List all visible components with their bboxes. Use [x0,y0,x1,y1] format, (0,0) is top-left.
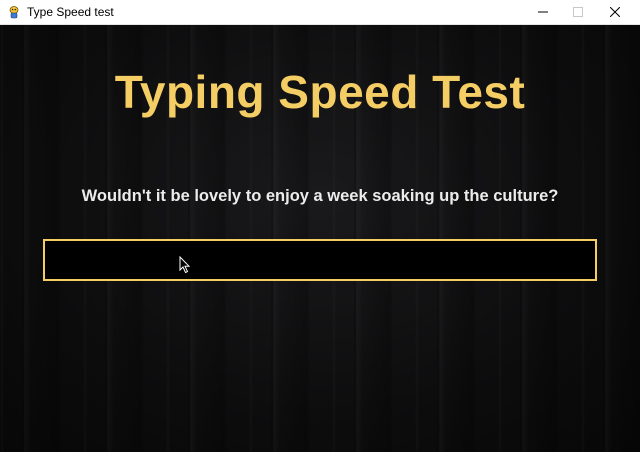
window-title: Type Speed test [27,5,114,19]
target-sentence: Wouldn't it be lovely to enjoy a week so… [81,187,559,205]
title-bar[interactable]: Type Speed test [0,0,640,25]
typing-input[interactable] [43,239,597,281]
app-window: Type Speed test Typing Speed Test Wouldn… [0,0,640,452]
game-canvas: Typing Speed Test Wouldn't it be lovely … [0,25,640,452]
minimize-icon [538,4,548,22]
page-title: Typing Speed Test [114,66,526,118]
pygame-snake-icon [7,5,21,19]
close-button[interactable] [592,0,638,25]
close-icon [609,4,621,22]
maximize-icon [573,4,583,22]
